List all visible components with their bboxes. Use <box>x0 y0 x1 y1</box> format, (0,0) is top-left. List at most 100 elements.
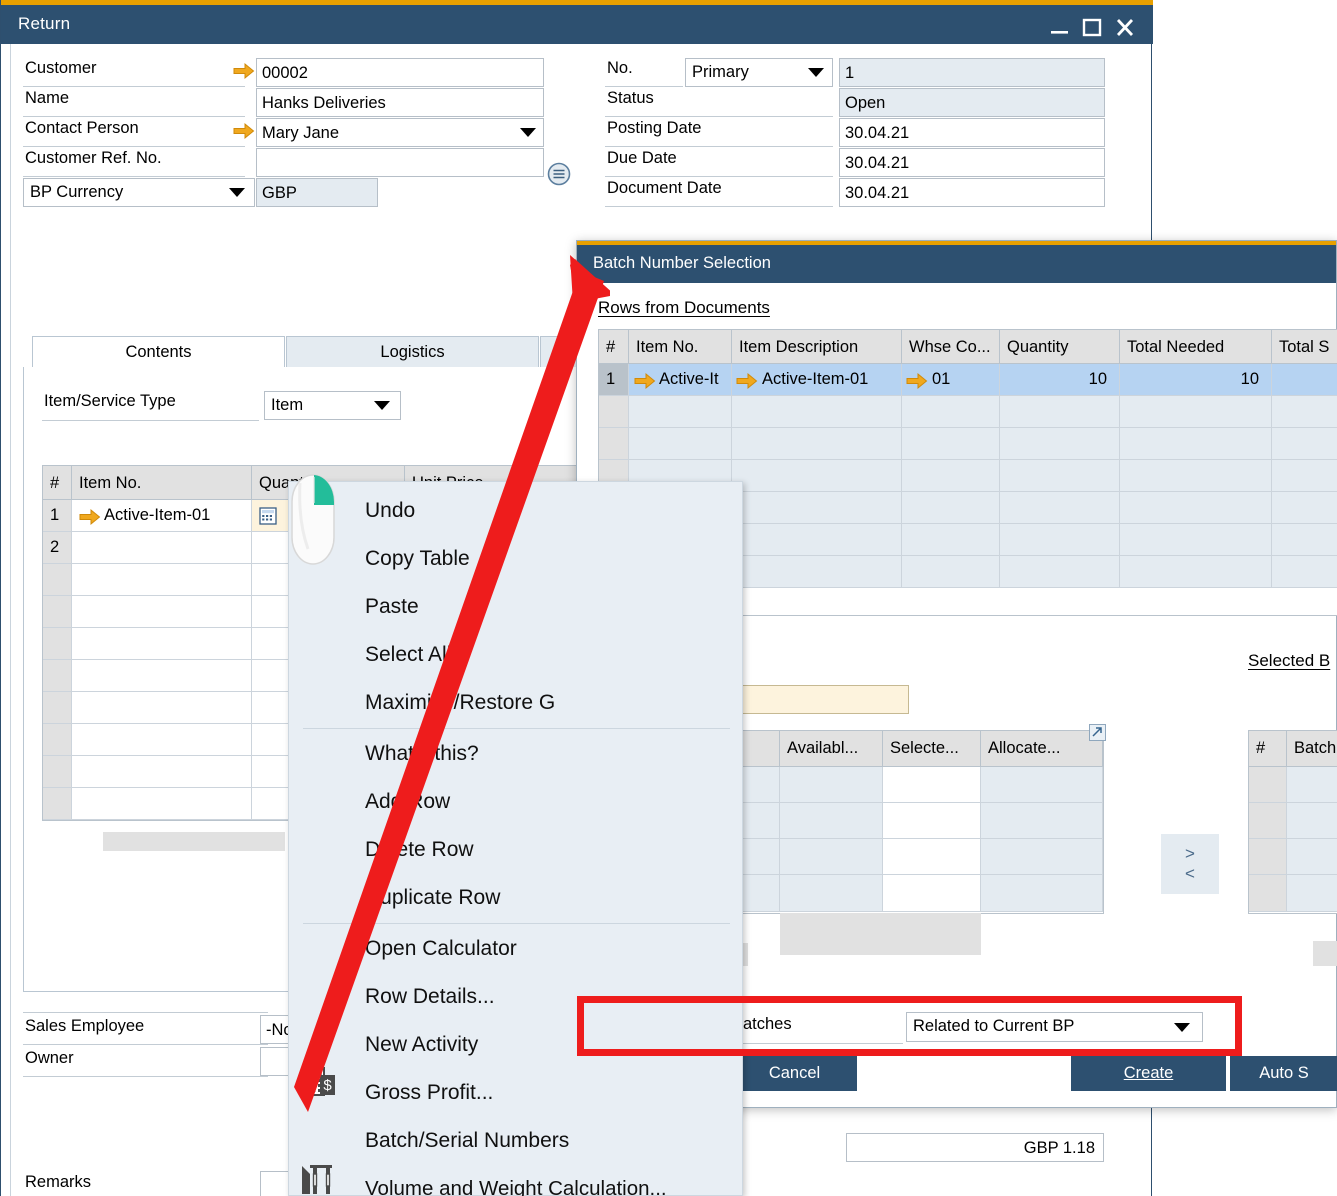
cell-total-needed[interactable]: 10 <box>1120 364 1272 396</box>
cell-total-selected[interactable] <box>1272 428 1337 460</box>
menu-item-delete-row[interactable]: Delete Row <box>289 826 744 874</box>
cell-allocated[interactable] <box>981 875 1103 912</box>
link-arrow-icon[interactable] <box>906 372 928 390</box>
cell-item-no[interactable] <box>72 564 252 596</box>
col-header-total-selected[interactable]: Total S <box>1272 330 1337 364</box>
link-arrow-icon[interactable] <box>233 122 255 140</box>
cell-selected[interactable] <box>883 875 981 912</box>
cell-allocated[interactable] <box>981 839 1103 875</box>
menu-item-row-details[interactable]: Row Details... <box>289 973 744 1021</box>
menu-item-batch-serial-numbers[interactable]: Batch/Serial Numbers <box>289 1117 744 1165</box>
menu-item-duplicate-row[interactable]: Duplicate Row <box>289 874 744 922</box>
table-row[interactable] <box>599 428 629 460</box>
table-row[interactable] <box>43 692 72 724</box>
cell-total-selected[interactable] <box>1272 524 1337 556</box>
minimize-button[interactable] <box>1046 16 1074 38</box>
menu-item-new-activity[interactable]: New Activity <box>289 1021 744 1069</box>
cell-available[interactable] <box>780 803 883 839</box>
auto-select-button[interactable]: Auto S <box>1230 1056 1337 1091</box>
menu-item-maximize-restore-grid[interactable]: Maximize/Restore G <box>289 679 744 727</box>
cell-total-needed[interactable] <box>1120 428 1272 460</box>
table-row[interactable]: 1 <box>599 364 629 396</box>
cell-total-selected[interactable] <box>1272 460 1337 492</box>
cell-item-description[interactable] <box>732 556 902 588</box>
col-header-selected[interactable]: Selecte... <box>883 731 981 767</box>
menu-item-add-row[interactable]: Add Row <box>289 778 744 826</box>
menu-item-undo[interactable]: Undo <box>289 487 744 535</box>
cell-total-needed[interactable] <box>1120 556 1272 588</box>
cell-item-description[interactable] <box>732 524 902 556</box>
cell-item-no[interactable] <box>72 660 252 692</box>
calculator-icon[interactable] <box>259 507 277 530</box>
cell-selected[interactable] <box>883 767 981 803</box>
menu-item-open-calculator[interactable]: Open Calculator <box>289 925 744 973</box>
table-row[interactable] <box>43 756 72 788</box>
contact-person-field[interactable]: Mary Jane <box>256 118 544 147</box>
cell-total-needed[interactable] <box>1120 492 1272 524</box>
create-button[interactable]: Create <box>1071 1056 1226 1091</box>
table-row[interactable] <box>43 724 72 756</box>
bp-currency-selector[interactable]: BP Currency <box>23 178 255 207</box>
cell-item-description[interactable] <box>732 460 902 492</box>
cell-item-no[interactable] <box>72 628 252 660</box>
cell-allocated[interactable] <box>981 767 1103 803</box>
move-batch-buttons[interactable]: > < <box>1161 834 1219 894</box>
cell-item-no[interactable] <box>72 756 252 788</box>
grid-context-menu[interactable]: Undo Copy Table Paste Select All Maximiz… <box>288 481 743 1196</box>
cell-available[interactable] <box>780 839 883 875</box>
move-left-button[interactable]: < <box>1185 864 1195 884</box>
chevron-down-icon[interactable] <box>374 401 390 410</box>
chevron-down-icon[interactable] <box>229 188 245 197</box>
table-row[interactable] <box>43 660 72 692</box>
table-row[interactable]: 2 <box>43 532 72 564</box>
cell-quantity[interactable] <box>1000 492 1120 524</box>
table-row[interactable] <box>1249 875 1287 912</box>
find-input[interactable] <box>741 685 909 714</box>
list-icon[interactable] <box>547 162 571 191</box>
col-header-num[interactable]: # <box>1249 731 1287 767</box>
cell-selected[interactable] <box>883 839 981 875</box>
cell-selected[interactable] <box>883 803 981 839</box>
cell-total-needed[interactable] <box>1120 460 1272 492</box>
table-row[interactable] <box>43 628 72 660</box>
table-row[interactable] <box>43 788 72 820</box>
menu-item-select-all[interactable]: Select All <box>289 631 744 679</box>
cell-total-selected[interactable] <box>1272 364 1337 396</box>
cell-quantity[interactable] <box>1000 428 1120 460</box>
cell-whse-code[interactable] <box>902 556 1000 588</box>
cell-quantity[interactable] <box>1000 556 1120 588</box>
link-arrow-icon[interactable] <box>79 508 101 526</box>
link-arrow-icon[interactable] <box>736 372 758 390</box>
cell-item-no[interactable] <box>629 396 732 428</box>
cell-quantity[interactable] <box>1000 396 1120 428</box>
posting-date-field[interactable]: 30.04.21 <box>839 118 1105 147</box>
cell-whse-code[interactable] <box>902 492 1000 524</box>
selected-grid-scrollbar[interactable] <box>1313 941 1337 966</box>
cell-item-no[interactable] <box>72 532 252 564</box>
table-row[interactable] <box>43 596 72 628</box>
name-field[interactable]: Hanks Deliveries <box>256 88 544 117</box>
col-header-item-no[interactable]: Item No. <box>629 330 732 364</box>
cell-batch[interactable] <box>1287 839 1337 875</box>
table-row[interactable] <box>1249 803 1287 839</box>
cancel-button[interactable]: Cancel <box>732 1056 857 1091</box>
link-arrow-icon[interactable] <box>233 62 255 80</box>
cell-allocated[interactable] <box>981 803 1103 839</box>
cell-total-selected[interactable] <box>1272 396 1337 428</box>
col-header-item-no[interactable]: Item No. <box>72 466 252 500</box>
menu-item-volume-and-weight-calculation[interactable]: Volume and Weight Calculation... <box>289 1165 744 1196</box>
chevron-down-icon[interactable] <box>520 128 536 137</box>
cell-total-selected[interactable] <box>1272 492 1337 524</box>
cell-available[interactable] <box>780 767 883 803</box>
cell-available[interactable] <box>780 875 883 912</box>
cell-whse-code[interactable] <box>902 524 1000 556</box>
cell-total-selected[interactable] <box>1272 556 1337 588</box>
col-header-quantity[interactable]: Quantity <box>1000 330 1120 364</box>
customer-field[interactable]: 00002 <box>256 58 544 87</box>
chevron-down-icon[interactable] <box>808 68 824 77</box>
table-row[interactable] <box>1249 767 1287 803</box>
cell-whse-code[interactable] <box>902 428 1000 460</box>
col-header-whse-code[interactable]: Whse Co... <box>902 330 1000 364</box>
document-date-field[interactable]: 30.04.21 <box>839 178 1105 207</box>
move-right-button[interactable]: > <box>1185 844 1195 864</box>
